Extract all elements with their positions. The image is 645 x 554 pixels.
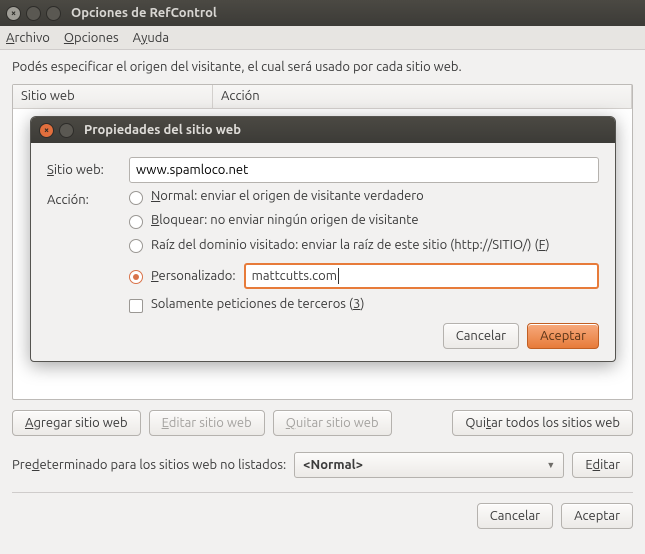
radio-custom-label: Personalizado: xyxy=(151,269,236,283)
minimize-icon[interactable] xyxy=(59,123,74,138)
close-icon[interactable]: × xyxy=(39,123,54,138)
radio-normal[interactable]: Normal: enviar el origen de visitante ve… xyxy=(129,189,599,205)
text-caret xyxy=(338,268,339,284)
default-select[interactable]: <Normal> ▼ xyxy=(294,452,564,478)
main-cancel-button[interactable]: Cancelar xyxy=(477,503,553,529)
radio-icon xyxy=(129,270,143,284)
site-label: Sitio web: xyxy=(47,163,119,177)
edit-site-button: Editar sitio web xyxy=(149,410,265,436)
custom-referer-value: mattcutts.com xyxy=(252,269,337,283)
menu-file[interactable]: Archivo xyxy=(6,31,50,45)
main-accept-button[interactable]: Aceptar xyxy=(561,503,633,529)
list-header: Sitio web Acción xyxy=(13,85,632,109)
menu-help[interactable]: Ayuda xyxy=(133,31,169,45)
action-label: Acción: xyxy=(47,193,119,207)
col-site[interactable]: Sitio web xyxy=(13,85,213,108)
default-select-value: <Normal> xyxy=(303,458,363,472)
dialog-cancel-button[interactable]: Cancelar xyxy=(443,323,519,349)
default-label: Predeterminado para los sitios web no li… xyxy=(12,458,286,472)
custom-referer-input[interactable]: mattcutts.com xyxy=(244,263,599,289)
checkbox-icon xyxy=(129,299,143,313)
site-input[interactable] xyxy=(129,157,599,183)
remove-all-button[interactable]: Quitar todos los sitios web xyxy=(452,410,633,436)
add-site-button[interactable]: Agregar sitio web xyxy=(12,410,141,436)
radio-icon xyxy=(129,239,143,253)
edit-default-button[interactable]: Editar xyxy=(572,452,633,478)
menubar: Archivo Opciones Ayuda xyxy=(0,26,645,50)
checkbox-third-party[interactable]: Solamente peticiones de terceros (3) xyxy=(129,297,599,313)
site-properties-dialog: × Propiedades del sitio web Sitio web: A… xyxy=(30,116,616,362)
col-action[interactable]: Acción xyxy=(213,85,632,108)
close-icon[interactable]: × xyxy=(6,6,21,21)
checkbox-third-party-label: Solamente peticiones de terceros (3) xyxy=(151,297,364,311)
radio-custom[interactable]: Personalizado: mattcutts.com xyxy=(129,263,599,289)
chevron-down-icon: ▼ xyxy=(546,460,555,470)
window-title: Opciones de RefControl xyxy=(71,6,217,20)
radio-block-label: Bloquear: no enviar ningún origen de vis… xyxy=(151,213,419,227)
remove-site-button: Quitar sitio web xyxy=(273,410,392,436)
radio-normal-label: Normal: enviar el origen de visitante ve… xyxy=(151,189,424,203)
dialog-titlebar: × Propiedades del sitio web xyxy=(31,117,615,143)
main-titlebar: × Opciones de RefControl xyxy=(0,0,645,26)
dialog-title: Propiedades del sitio web xyxy=(84,123,241,137)
maximize-icon[interactable] xyxy=(46,6,61,21)
minimize-icon[interactable] xyxy=(26,6,41,21)
radio-block[interactable]: Bloquear: no enviar ningún origen de vis… xyxy=(129,213,599,229)
radio-root-label: Raíz del dominio visitado: enviar la raí… xyxy=(151,237,550,255)
radio-root[interactable]: Raíz del dominio visitado: enviar la raí… xyxy=(129,237,599,255)
radio-icon xyxy=(129,215,143,229)
separator xyxy=(12,492,633,493)
radio-icon xyxy=(129,191,143,205)
page-description: Podés especificar el origen del visitant… xyxy=(12,60,633,74)
dialog-accept-button[interactable]: Aceptar xyxy=(527,323,599,349)
menu-options[interactable]: Opciones xyxy=(64,31,119,45)
